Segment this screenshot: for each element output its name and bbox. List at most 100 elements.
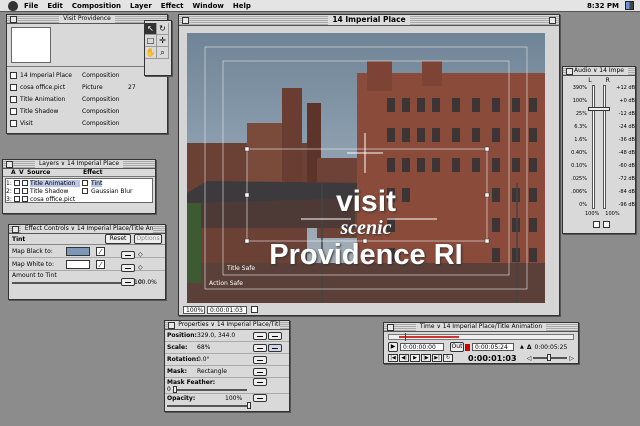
loop-icon[interactable]: ↻ <box>443 354 453 362</box>
project-item[interactable]: cosa office.pict Picture 27 <box>10 81 166 93</box>
close-box-icon[interactable] <box>12 226 19 233</box>
audio-fader-knob[interactable] <box>588 106 610 111</box>
close-box-icon[interactable] <box>387 324 394 331</box>
comp-timecode[interactable]: 0:00:01:03 <box>207 305 247 314</box>
reset-button[interactable]: Reset <box>105 234 131 244</box>
rotate-tool-icon[interactable]: ↻ <box>157 23 169 35</box>
play-icon[interactable]: ▶ <box>410 354 420 362</box>
properties-titlebar[interactable]: Properties ∨ 14 Imperial Place/Title <box>165 321 289 330</box>
time-ruler[interactable] <box>388 333 574 341</box>
map-black-label: Map Black to: <box>12 247 53 255</box>
slider-knob[interactable] <box>547 354 552 361</box>
zoom-out-icon[interactable]: ◁ <box>527 355 532 362</box>
out-point-button[interactable]: Out <box>450 342 464 352</box>
project-window-titlebar[interactable]: Visit Providence <box>7 15 167 24</box>
step-forward-icon[interactable]: |▶ <box>421 354 431 362</box>
menu-edit[interactable]: Edit <box>47 2 63 10</box>
scale-value[interactable]: 68% <box>197 344 253 351</box>
project-item[interactable]: Title Animation Composition <box>10 93 166 105</box>
zoom-level[interactable]: 100% <box>183 305 205 314</box>
menu-help[interactable]: Help <box>233 2 251 10</box>
pan-behind-tool-icon[interactable]: ✛ <box>157 35 169 47</box>
rotation-value[interactable]: 0.0° <box>197 356 253 363</box>
keyframe-nav-icon[interactable]: ◇ <box>138 278 143 285</box>
close-box-icon[interactable] <box>6 161 13 168</box>
position-value[interactable]: 329.0, 344.0 <box>197 332 253 339</box>
apple-menu-icon[interactable] <box>8 0 18 11</box>
visibility-checkbox-icon[interactable] <box>14 188 20 194</box>
menu-composition[interactable]: Composition <box>72 2 121 10</box>
close-box-icon[interactable] <box>182 17 189 24</box>
audio-window-titlebar[interactable]: Audio ∨ 14 Impe <box>563 67 635 76</box>
keyframe-toggle[interactable] <box>268 343 282 352</box>
keyframe-nav-icon[interactable]: ◇ <box>138 251 143 258</box>
opacity-slider[interactable] <box>167 402 251 409</box>
eyedropper-icon[interactable]: ⁄ <box>96 246 105 256</box>
region-of-interest-icon[interactable] <box>251 306 258 313</box>
close-box-icon[interactable] <box>10 16 17 23</box>
finder-icon[interactable] <box>625 1 634 10</box>
rect-mask-tool-icon[interactable]: □ <box>145 35 157 47</box>
audio-left-fader[interactable] <box>592 85 595 209</box>
go-to-end-icon[interactable]: ▶| <box>432 354 442 362</box>
set-in-point-button[interactable]: ▶ <box>388 342 398 352</box>
time-zoom-slider[interactable] <box>533 354 568 361</box>
zoom-box-icon[interactable] <box>549 17 556 24</box>
menu-layer[interactable]: Layer <box>130 2 152 10</box>
mask-feather-slider[interactable] <box>173 385 247 393</box>
zoom-tool-icon[interactable]: ⌕ <box>157 47 169 59</box>
quality-checkbox-icon[interactable] <box>22 188 28 194</box>
close-box-icon[interactable] <box>566 68 573 75</box>
audio-right-fader[interactable] <box>603 85 606 209</box>
keyframe-toggle[interactable] <box>268 331 282 340</box>
project-item[interactable]: Visit Composition <box>10 117 166 129</box>
out-point-time[interactable]: 0:00:05:24 <box>472 343 514 351</box>
pointer-tool-icon[interactable]: ↖ <box>145 23 157 35</box>
keyframe-toggle[interactable] <box>253 355 267 364</box>
keyframe-toggle[interactable] <box>253 343 267 352</box>
keyframe-nav-icon[interactable]: ◇ <box>138 264 143 271</box>
project-item[interactable]: 14 Imperial Place Composition <box>10 69 166 81</box>
audio-options-icon[interactable] <box>603 221 610 228</box>
slider-knob[interactable] <box>247 402 251 409</box>
effect-controls-titlebar[interactable]: Effect Controls ∨ 14 Imperial Place/Titl… <box>9 225 165 234</box>
composition-canvas[interactable]: visit scenic Providence RI Title Safe Ac… <box>187 33 545 303</box>
menu-window[interactable]: Window <box>192 2 223 10</box>
keyframe-toggle[interactable] <box>253 394 267 402</box>
visibility-checkbox-icon[interactable] <box>14 180 20 186</box>
eyedropper-icon[interactable]: ⁄ <box>96 259 105 269</box>
keyframe-toggle[interactable] <box>121 277 135 286</box>
keyframe-toggle[interactable] <box>253 331 267 340</box>
layers-window-titlebar[interactable]: Layers ∨ 14 Imperial Place <box>3 160 155 169</box>
visibility-checkbox-icon[interactable] <box>14 196 20 202</box>
effect-checkbox-icon[interactable] <box>82 188 88 194</box>
effect-checkbox-icon[interactable] <box>82 180 88 186</box>
go-to-start-icon[interactable]: |◀ <box>388 354 398 362</box>
options-button[interactable]: Options <box>134 234 162 244</box>
quality-checkbox-icon[interactable] <box>22 196 28 202</box>
mask-value[interactable]: Rectangle <box>197 368 253 375</box>
zoom-in-icon[interactable]: ▷ <box>569 355 574 362</box>
close-box-icon[interactable] <box>168 322 175 329</box>
in-point-time[interactable]: 0:00:00:00 <box>400 343 444 351</box>
keyframe-toggle[interactable] <box>121 250 135 259</box>
speaker-icon[interactable] <box>593 221 600 228</box>
menu-effect[interactable]: Effect <box>161 2 184 10</box>
layer-row[interactable]: 1: Title Animation Tint <box>6 179 152 187</box>
menu-file[interactable]: File <box>24 2 38 10</box>
amount-to-tint-slider[interactable] <box>12 278 130 286</box>
layer-row[interactable]: 3: cosa office.pict <box>6 195 152 203</box>
slider-knob[interactable] <box>173 385 177 393</box>
map-black-swatch[interactable] <box>66 246 90 256</box>
quality-checkbox-icon[interactable] <box>22 180 28 186</box>
keyframe-toggle[interactable] <box>121 263 135 272</box>
layer-row[interactable]: 2: Title Shadow Gaussian Blur <box>6 187 152 195</box>
project-item[interactable]: Title Shadow Composition <box>10 105 166 117</box>
keyframe-toggle[interactable] <box>253 378 267 386</box>
map-white-swatch[interactable] <box>66 259 90 269</box>
composition-window-titlebar[interactable]: 14 Imperial Place <box>179 15 559 26</box>
step-back-icon[interactable]: ◀| <box>399 354 409 362</box>
keyframe-toggle[interactable] <box>253 367 267 376</box>
time-layout-titlebar[interactable]: Time ∨ 14 Imperial Place/Title Animation <box>384 323 578 332</box>
hand-tool-icon[interactable]: ✋ <box>145 47 157 59</box>
